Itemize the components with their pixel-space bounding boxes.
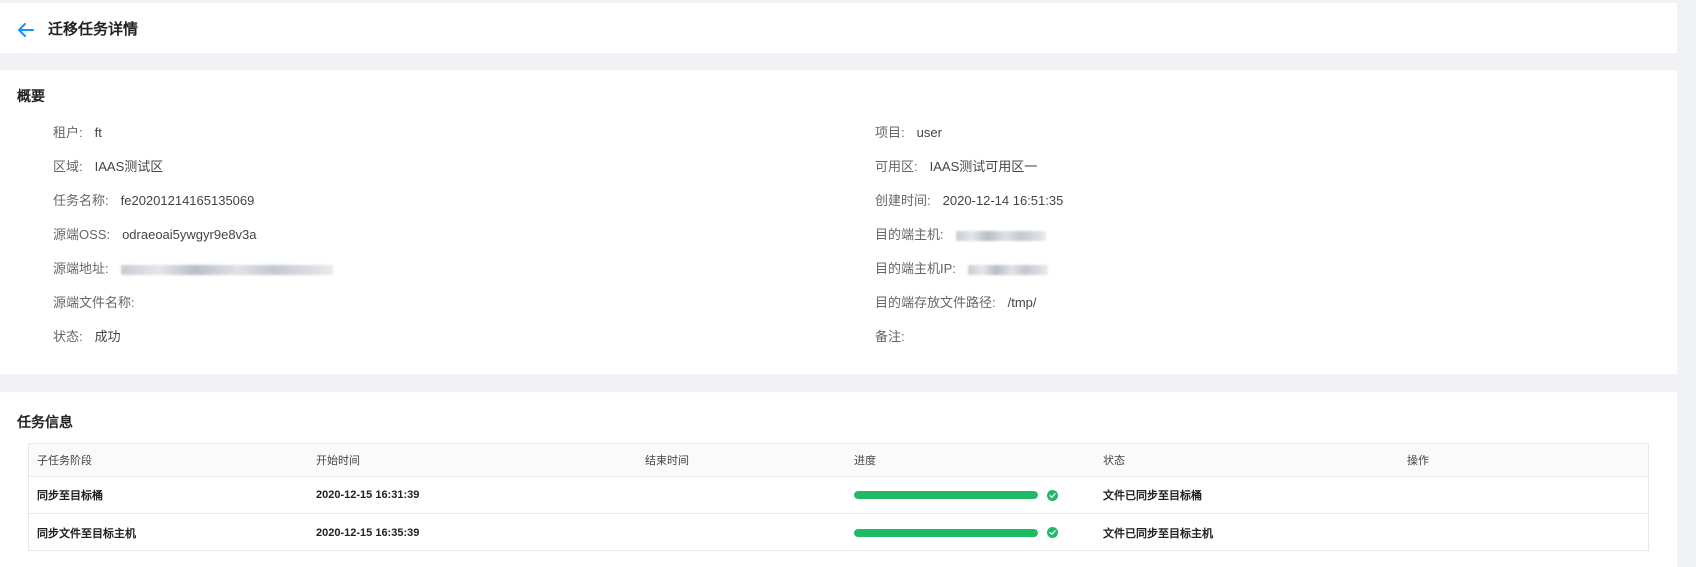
progress-fill bbox=[854, 528, 1038, 537]
arrow-left-icon[interactable] bbox=[16, 20, 36, 40]
region-field: 区域: IAAS测试区 bbox=[53, 159, 164, 174]
column-header-status: 状态 bbox=[1103, 455, 1125, 467]
overview-section: 概要 租户: ft 区域: IAAS测试区 任务名称: fe2020121416513… bbox=[0, 70, 1677, 374]
subtask-table: 子任务阶段 开始时间 结束时间 进度 状态 操作 同步至目标桶 2020-12-… bbox=[28, 443, 1649, 551]
column-header-actions: 操作 bbox=[1407, 455, 1429, 467]
availability-zone-field: 可用区: IAAS测试可用区一 bbox=[875, 159, 1038, 174]
source-oss-field: 源端OSS: odraeoai5ywgyr9e8v3a bbox=[53, 227, 257, 242]
task-info-section: 任务信息 子任务阶段 开始时间 结束时间 进度 状态 操作 同步至目标桶 202… bbox=[0, 392, 1677, 567]
check-circle-icon bbox=[1047, 489, 1058, 501]
row-status: 文件已同步至目标主机 bbox=[1103, 527, 1213, 540]
progress-bar bbox=[854, 491, 1038, 499]
target-path-field: 目的端存放文件路径:/tmp/ bbox=[875, 295, 1037, 310]
progress-bar bbox=[854, 528, 1038, 537]
row-status: 文件已同步至目标桶 bbox=[1103, 490, 1202, 502]
row-progress bbox=[854, 477, 1058, 513]
column-header-start: 开始时间 bbox=[316, 455, 360, 467]
source-filename-field: 源端文件名称: bbox=[53, 295, 135, 310]
progress-fill bbox=[854, 491, 1038, 499]
status-field: 状态: 成功 bbox=[53, 329, 121, 344]
task-info-title: 任务信息 bbox=[17, 414, 73, 430]
table-row: 同步至目标桶 2020-12-15 16:31:39 文件已同步至目标桶 bbox=[29, 477, 1648, 514]
row-start-time: 2020-12-15 16:35:39 bbox=[316, 526, 420, 539]
source-address-field: 源端地址: bbox=[53, 260, 333, 278]
redacted-value bbox=[120, 264, 333, 275]
header-bar: 迁移任务详情 bbox=[0, 3, 1677, 53]
column-header-end: 结束时间 bbox=[645, 455, 689, 467]
project-field: 项目: user bbox=[875, 125, 942, 140]
column-header-stage: 子任务阶段 bbox=[37, 455, 92, 467]
redacted-value bbox=[955, 230, 1046, 241]
overview-title: 概要 bbox=[17, 88, 45, 104]
check-circle-icon bbox=[1047, 527, 1058, 538]
tenant-field: 租户: ft bbox=[53, 125, 102, 140]
page-title: 迁移任务详情 bbox=[48, 21, 139, 38]
task-name-field: 任务名称: fe20201214165135069 bbox=[53, 193, 255, 208]
row-progress bbox=[854, 514, 1058, 551]
redacted-value bbox=[967, 264, 1048, 275]
row-start-time: 2020-12-15 16:31:39 bbox=[316, 489, 420, 501]
table-header: 子任务阶段 开始时间 结束时间 进度 状态 操作 bbox=[29, 444, 1648, 477]
row-stage: 同步至目标桶 bbox=[37, 490, 103, 502]
remark-field: 备注: bbox=[875, 329, 905, 344]
column-header-progress: 进度 bbox=[854, 455, 876, 467]
row-stage: 同步文件至目标主机 bbox=[37, 527, 136, 540]
target-host-ip-field: 目的端主机IP: bbox=[875, 260, 1048, 278]
table-row: 同步文件至目标主机 2020-12-15 16:35:39 文件已同步至目标主机 bbox=[29, 514, 1648, 551]
created-time-field: 创建时间: 2020-12-14 16:51:35 bbox=[875, 193, 1064, 208]
target-host-field: 目的端主机: bbox=[875, 226, 1046, 244]
